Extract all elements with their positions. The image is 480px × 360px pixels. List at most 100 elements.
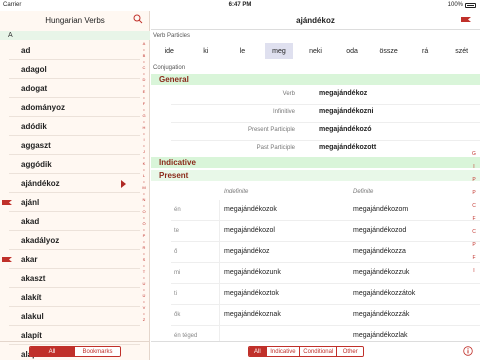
filter-all-button[interactable]: All xyxy=(30,347,76,356)
verb-list-item[interactable]: ajándékoz xyxy=(0,174,140,193)
verb-list-item[interactable]: alakul xyxy=(0,307,140,326)
tab-other[interactable]: Other xyxy=(337,347,363,356)
index-letter[interactable]: B xyxy=(140,53,148,58)
info-icon[interactable] xyxy=(463,346,473,356)
index-letter[interactable]: P xyxy=(140,233,148,238)
index-letter[interactable]: • xyxy=(140,203,148,208)
index-letter[interactable]: • xyxy=(140,47,148,52)
verb-list-item[interactable]: adódik xyxy=(0,117,140,136)
index-letter[interactable]: • xyxy=(140,155,148,160)
index-letter[interactable]: I xyxy=(140,137,148,142)
index-letter[interactable]: • xyxy=(140,131,148,136)
verb-list-item[interactable]: akadályoz xyxy=(0,231,140,250)
index-letter[interactable]: • xyxy=(140,311,148,316)
index-letter[interactable]: • xyxy=(140,263,148,268)
index-letter[interactable]: A xyxy=(140,41,148,46)
index-letter[interactable]: H xyxy=(140,125,148,130)
verb-list-item[interactable]: ajánl xyxy=(0,193,140,212)
particle-button[interactable]: szét xyxy=(447,43,476,59)
tab-indicative[interactable]: Indicative xyxy=(266,347,301,356)
section-index-letter[interactable]: F xyxy=(469,216,479,222)
particle-button[interactable]: le xyxy=(228,43,257,59)
particle-button[interactable]: ide xyxy=(155,43,184,59)
index-letter[interactable]: O xyxy=(140,209,148,214)
index-letter[interactable]: • xyxy=(140,179,148,184)
verb-name: adogat xyxy=(21,84,48,93)
section-index-letter[interactable]: P xyxy=(469,242,479,248)
particle-button[interactable]: oda xyxy=(338,43,367,59)
search-icon[interactable] xyxy=(133,14,143,24)
verb-list-item[interactable]: adogat xyxy=(0,79,140,98)
verb-list-item[interactable]: alakít xyxy=(0,288,140,307)
section-index-letter[interactable]: C xyxy=(469,229,479,235)
flag-icon[interactable] xyxy=(461,17,471,22)
index-letter[interactable]: Ö xyxy=(140,221,148,226)
section-index-letter[interactable]: I xyxy=(469,268,479,274)
index-letter[interactable]: • xyxy=(140,119,148,124)
section-index-letter[interactable]: I xyxy=(469,164,479,170)
verb-list-item[interactable]: aggaszt xyxy=(0,136,140,155)
alphabet-index[interactable]: A • B • C • D • E • F • G • H • I • J • K • L • M • N • O • Ö • P • R • S • T •… xyxy=(140,41,148,341)
index-letter[interactable]: M xyxy=(140,185,148,190)
index-letter[interactable]: • xyxy=(140,191,148,196)
index-letter[interactable]: V xyxy=(140,305,148,310)
particle-button[interactable]: meg xyxy=(264,43,294,59)
index-letter[interactable]: • xyxy=(140,59,148,64)
definite-column-header: Definite xyxy=(353,189,374,195)
index-letter[interactable]: L xyxy=(140,173,148,178)
particle-button[interactable]: össze xyxy=(374,43,403,59)
section-index-letter[interactable]: C xyxy=(469,203,479,209)
index-letter[interactable]: Ü xyxy=(140,293,148,298)
index-letter[interactable]: T xyxy=(140,269,148,274)
index-letter[interactable]: G xyxy=(140,113,148,118)
index-letter[interactable]: D xyxy=(140,77,148,82)
verb-list-item[interactable]: adományoz xyxy=(0,98,140,117)
index-letter[interactable]: • xyxy=(140,143,148,148)
index-letter[interactable]: Z xyxy=(140,317,148,322)
verb-list-item[interactable]: ad xyxy=(0,41,140,60)
index-letter[interactable]: • xyxy=(140,227,148,232)
particle-button[interactable]: neki xyxy=(301,43,330,59)
section-index-letter[interactable]: P xyxy=(469,177,479,183)
index-letter[interactable]: • xyxy=(140,83,148,88)
particle-button[interactable]: rá xyxy=(411,43,440,59)
index-letter[interactable]: • xyxy=(140,287,148,292)
index-letter[interactable]: J xyxy=(140,149,148,154)
verb-name: aggaszt xyxy=(21,141,51,150)
tab-all[interactable]: All xyxy=(249,347,267,356)
sidebar-footer: All Bookmarks xyxy=(0,341,150,360)
verb-name: adódik xyxy=(21,122,47,131)
tab-conditional[interactable]: Conditional xyxy=(300,347,338,356)
verb-list-item[interactable]: akaszt xyxy=(0,269,140,288)
index-letter[interactable]: • xyxy=(140,107,148,112)
battery-percent: 100% xyxy=(447,2,463,8)
index-letter[interactable]: U xyxy=(140,281,148,286)
verb-list-item[interactable]: aggódik xyxy=(0,155,140,174)
verb-title: ajándékoz xyxy=(296,16,335,25)
filter-bookmarks-button[interactable]: Bookmarks xyxy=(75,347,120,356)
section-index[interactable]: G I P P C F C P F I xyxy=(469,151,479,281)
index-letter[interactable]: K xyxy=(140,161,148,166)
index-letter[interactable]: F xyxy=(140,101,148,106)
section-index-letter[interactable]: G xyxy=(469,151,479,157)
index-letter[interactable]: • xyxy=(140,95,148,100)
section-index-letter[interactable]: P xyxy=(469,190,479,196)
index-letter[interactable]: • xyxy=(140,299,148,304)
index-letter[interactable]: • xyxy=(140,275,148,280)
section-index-letter[interactable]: F xyxy=(469,255,479,261)
verb-list-item[interactable]: adagol xyxy=(0,60,140,79)
index-letter[interactable]: • xyxy=(140,251,148,256)
particle-button[interactable]: ki xyxy=(192,43,221,59)
index-letter[interactable]: R xyxy=(140,245,148,250)
index-letter[interactable]: S xyxy=(140,257,148,262)
index-letter[interactable]: C xyxy=(140,65,148,70)
index-letter[interactable]: • xyxy=(140,239,148,244)
verb-list-item[interactable]: akar xyxy=(0,250,140,269)
index-letter[interactable]: • xyxy=(140,71,148,76)
index-letter[interactable]: • xyxy=(140,215,148,220)
index-letter[interactable]: N xyxy=(140,197,148,202)
verb-name: aggódik xyxy=(21,160,52,169)
verb-list-item[interactable]: akad xyxy=(0,212,140,231)
index-letter[interactable]: • xyxy=(140,167,148,172)
index-letter[interactable]: E xyxy=(140,89,148,94)
